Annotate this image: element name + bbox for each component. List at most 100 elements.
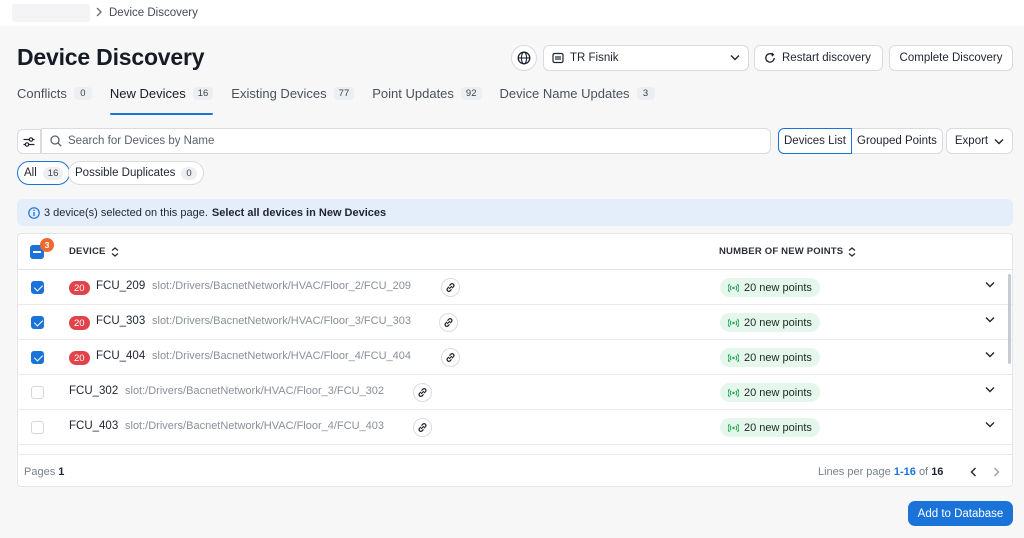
device-path: slot:/Drivers/BacnetNetwork/HVAC/Floor_2… [152,280,411,292]
devices-list-toggle[interactable]: Devices List [778,128,852,154]
row-checkbox[interactable] [31,316,44,329]
device-path: slot:/Drivers/BacnetNetwork/HVAC/Floor_3… [125,385,384,397]
select-all-link[interactable]: Select all devices in New Devices [212,207,386,219]
refresh-icon [765,52,775,63]
device-name: FCU_403 [69,420,119,432]
tab-conflicts[interactable]: Conflicts 0 [17,80,92,106]
chevron-down-icon[interactable] [985,386,995,393]
tab-count: 0 [73,86,92,100]
tab-existing-devices[interactable]: Existing Devices 77 [231,80,355,106]
tab-new-devices[interactable]: New Devices 16 [109,80,214,115]
tab-point-updates[interactable]: Point Updates 92 [372,80,482,106]
selection-info-text: 3 device(s) selected on this page. [44,206,208,219]
device-name: FCU_302 [69,385,119,397]
device-name: FCU_404 [96,350,146,362]
add-to-database-button[interactable]: Add to Database [908,501,1013,526]
link-icon [446,353,455,362]
grouped-points-toggle[interactable]: Grouped Points [852,128,943,154]
restart-discovery-button[interactable]: Restart discovery [754,45,883,71]
language-button[interactable] [511,45,537,71]
breadcrumb-root[interactable] [12,4,90,22]
chevron-left-icon[interactable] [970,467,977,477]
new-points-pill: 20 new points [720,418,820,437]
chevron-down-icon[interactable] [985,316,995,323]
new-points-pill: 20 new points [720,383,820,402]
device-path: slot:/Drivers/BacnetNetwork/HVAC/Floor_3… [152,315,411,327]
tab-count: 3 [636,86,655,100]
tab-device-name-updates[interactable]: Device Name Updates 3 [500,80,655,106]
filter-chip-all[interactable]: All 16 [17,161,71,185]
table-row[interactable]: 20 FCU_303 slot:/Drivers/BacnetNetwork/H… [18,305,1012,340]
new-points-badge: 20 [69,281,90,295]
table-header: 3 DEVICE NUMBER OF NEW POINTS [18,234,1012,270]
export-button[interactable]: Export [946,128,1013,154]
new-points-text: 20 new points [744,386,812,399]
row-checkbox[interactable] [31,421,44,434]
search-input[interactable] [68,135,748,147]
link-button[interactable] [439,313,458,332]
points-column-header[interactable]: NUMBER OF NEW POINTS [719,246,856,257]
pages-value: 1 [58,466,65,478]
new-points-pill: 20 new points [720,313,820,332]
info-icon [28,206,40,219]
link-button[interactable] [413,383,432,402]
new-points-text: 20 new points [744,316,812,329]
broadcast-icon [728,353,739,362]
tab-count: 77 [333,86,355,100]
broadcast-icon [728,423,739,432]
chevron-down-icon [994,138,1004,144]
row-checkbox[interactable] [31,386,44,399]
site-select-value: TR Fisnik [570,52,619,64]
chevron-down-icon[interactable] [985,281,995,288]
building-icon [552,52,564,64]
filter-button[interactable] [17,129,41,154]
table-scrollbar[interactable] [1008,274,1011,364]
chevron-right-icon[interactable] [993,467,1000,477]
row-checkbox[interactable] [31,281,44,294]
device-column-header[interactable]: DEVICE [69,246,119,257]
lines-range[interactable]: 1-16 [894,466,916,478]
complete-discovery-button[interactable]: Complete Discovery [889,45,1013,71]
link-button[interactable] [441,278,460,297]
sort-icon [848,246,856,257]
chip-label: All [24,167,37,179]
tab-label: Device Name Updates [499,85,630,101]
chip-label: Possible Duplicates [75,167,176,179]
site-select[interactable]: TR Fisnik [543,45,749,71]
broadcast-icon [728,388,739,397]
view-toggle: Devices List Grouped Points [778,128,943,154]
search-box [41,128,771,154]
link-icon [418,423,427,432]
new-points-badge: 20 [69,316,90,330]
search-icon [50,135,62,147]
breadcrumb: Device Discovery [95,6,198,20]
devices-table: 3 DEVICE NUMBER OF NEW POINTS 20 FCU_209… [17,233,1013,487]
selected-count-badge: 3 [40,238,54,252]
broadcast-icon [728,318,739,327]
tab-label: Conflicts [17,85,67,101]
top-bar: Device Discovery [0,0,1024,26]
device-path: slot:/Drivers/BacnetNetwork/HVAC/Floor_4… [152,350,411,362]
new-points-pill: 20 new points [720,348,820,367]
table-row[interactable]: FCU_403 slot:/Drivers/BacnetNetwork/HVAC… [18,410,1012,445]
table-row[interactable]: 20 FCU_209 slot:/Drivers/BacnetNetwork/H… [18,270,1012,305]
chevron-down-icon[interactable] [985,421,995,428]
row-checkbox[interactable] [31,351,44,364]
link-icon [418,388,427,397]
of-label: of [918,466,929,478]
chevron-down-icon[interactable] [985,351,995,358]
new-points-text: 20 new points [744,281,812,294]
table-row[interactable]: FCU_302 slot:/Drivers/BacnetNetwork/HVAC… [18,375,1012,410]
table-row[interactable]: 20 FCU_404 slot:/Drivers/BacnetNetwork/H… [18,340,1012,375]
filter-chip-possible-duplicates[interactable]: Possible Duplicates 0 [68,161,204,185]
link-button[interactable] [441,348,460,367]
new-points-text: 20 new points [744,351,812,364]
chip-count: 16 [42,166,64,180]
table-footer: Pages 1 Lines per page 1-16 of 16 [18,454,1012,486]
tab-count: 92 [460,86,482,100]
breadcrumb-current: Device Discovery [109,7,198,19]
page-title: Device Discovery [17,44,205,70]
tab-label: New Devices [109,85,186,101]
filter-icon [23,136,35,147]
link-button[interactable] [413,418,432,437]
